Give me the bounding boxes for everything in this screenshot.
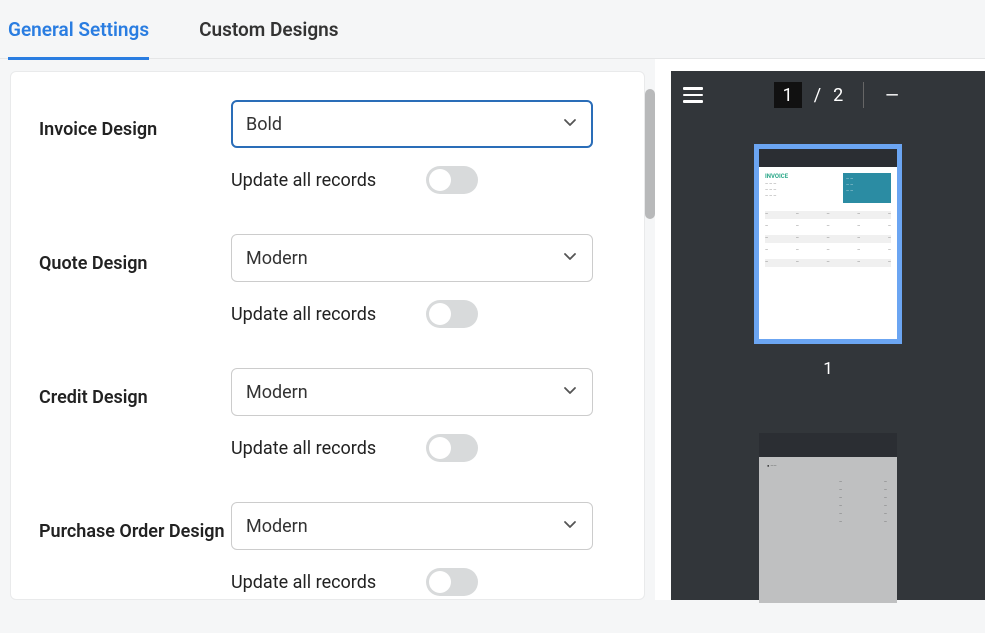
toggle-update-invoice[interactable]	[426, 166, 478, 194]
toggle-update-purchase-order[interactable]	[426, 568, 478, 596]
toggle-update-quote[interactable]	[426, 300, 478, 328]
chevron-down-icon	[562, 516, 578, 537]
select-quote-value: Modern	[246, 248, 308, 269]
row-quote-design: Quote Design Modern Update all records	[39, 234, 626, 328]
label-invoice-design: Invoice Design	[39, 100, 231, 194]
label-update-purchase-order: Update all records	[231, 572, 376, 593]
pdf-thumbnail-1[interactable]: INVOICE — — — — — — — — — — —— —— — ————…	[759, 149, 897, 339]
pdf-page-separator: /	[814, 85, 821, 106]
preview-invoice-title: INVOICE	[765, 173, 788, 180]
pdf-thumbnail-1-label: 1	[823, 359, 833, 379]
controls-quote: Modern Update all records	[231, 234, 626, 328]
pdf-thumbnail-2[interactable]: ● —— —— —— —— —— —— ——	[759, 433, 897, 603]
pdf-toolbar: 1 / 2 −	[671, 71, 985, 119]
tabs-bar: General Settings Custom Designs	[0, 0, 985, 59]
pdf-current-page[interactable]: 1	[774, 82, 802, 108]
update-row-quote: Update all records	[231, 300, 626, 328]
label-update-quote: Update all records	[231, 304, 376, 325]
zoom-out-icon[interactable]: −	[884, 79, 902, 112]
toggle-update-credit[interactable]	[426, 434, 478, 462]
pdf-viewer: 1 / 2 − INVOICE — — — — — — — — — — —— —…	[671, 71, 985, 600]
row-credit-design: Credit Design Modern Update all records	[39, 368, 626, 462]
row-purchase-order-design: Purchase Order Design Modern Update all …	[39, 502, 626, 596]
main-content: Invoice Design Bold Update all records	[0, 59, 985, 600]
update-row-purchase-order: Update all records	[231, 568, 626, 596]
controls-credit: Modern Update all records	[231, 368, 626, 462]
label-credit-design: Credit Design	[39, 368, 231, 462]
select-credit-value: Modern	[246, 382, 308, 403]
update-row-invoice: Update all records	[231, 166, 626, 194]
select-invoice-value: Bold	[246, 114, 282, 135]
tab-general-settings[interactable]: General Settings	[8, 0, 169, 59]
pdf-total-pages: 2	[833, 85, 843, 106]
controls-invoice: Bold Update all records	[231, 100, 626, 194]
select-invoice-design[interactable]: Bold	[231, 100, 593, 148]
pdf-page-indicator: 1 / 2 −	[774, 79, 903, 112]
select-credit-design[interactable]: Modern	[231, 368, 593, 416]
preview-panel: 1 / 2 − INVOICE — — — — — — — — — — —— —…	[655, 59, 985, 600]
toolbar-divider	[863, 82, 864, 108]
hamburger-icon[interactable]	[683, 87, 703, 103]
tab-custom-designs[interactable]: Custom Designs	[199, 0, 358, 59]
select-purchase-order-design[interactable]: Modern	[231, 502, 593, 550]
settings-scrollbar[interactable]	[645, 89, 655, 219]
row-invoice-design: Invoice Design Bold Update all records	[39, 100, 626, 194]
chevron-down-icon	[562, 382, 578, 403]
label-quote-design: Quote Design	[39, 234, 231, 328]
chevron-down-icon	[562, 114, 578, 135]
label-update-invoice: Update all records	[231, 170, 376, 191]
settings-panel: Invoice Design Bold Update all records	[0, 59, 655, 600]
update-row-credit: Update all records	[231, 434, 626, 462]
pdf-thumbnails: INVOICE — — — — — — — — — — —— —— — ————…	[671, 119, 985, 633]
select-quote-design[interactable]: Modern	[231, 234, 593, 282]
chevron-down-icon	[562, 248, 578, 269]
controls-purchase-order: Modern Update all records	[231, 502, 626, 596]
settings-card: Invoice Design Bold Update all records	[10, 71, 645, 600]
label-purchase-order-design: Purchase Order Design	[39, 502, 231, 596]
label-update-credit: Update all records	[231, 438, 376, 459]
select-purchase-order-value: Modern	[246, 516, 308, 537]
